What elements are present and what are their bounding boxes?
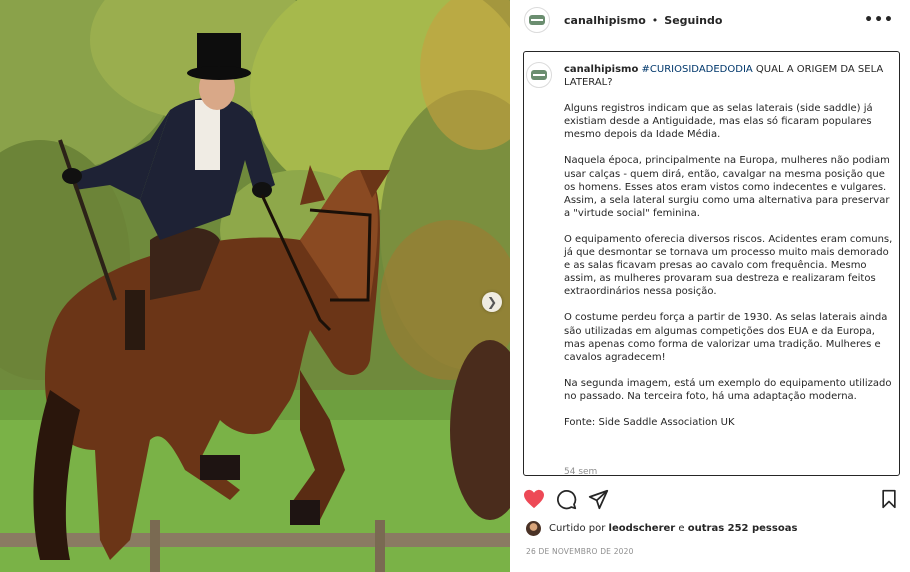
likes-count-link[interactable]: outras 252 pessoas [688, 523, 798, 534]
following-button[interactable]: Seguindo [664, 14, 722, 27]
action-bar [510, 485, 910, 515]
post-date[interactable]: 26 DE NOVEMBRO DE 2020 [526, 547, 634, 556]
post-username[interactable]: canalhipismo [564, 14, 646, 27]
hashtag-link[interactable]: #CURIOSIDADEDODIA [642, 64, 753, 75]
share-icon[interactable] [588, 489, 609, 510]
more-options-icon[interactable]: ••• [864, 12, 894, 28]
caption-paragraph: Fonte: Side Saddle Association UK [564, 416, 735, 428]
caption-scroll-area[interactable]: canalhipismo #CURIOSIDADEDODIA QUAL A OR… [523, 51, 900, 476]
caption-text: canalhipismo #CURIOSIDADEDODIA QUAL A OR… [564, 63, 896, 429]
logo-icon [531, 70, 547, 80]
caption-paragraph: O equipamento oferecia diversos riscos. … [564, 233, 893, 298]
post-photo[interactable]: ❯ [0, 0, 510, 572]
comment-icon[interactable] [556, 489, 577, 510]
likes-middle: e [678, 523, 685, 534]
liker-username[interactable]: leodscherer [609, 523, 676, 534]
logo-icon [529, 15, 545, 25]
post-header: canalhipismo • Seguindo ••• [510, 0, 910, 40]
chevron-right-icon[interactable]: ❯ [482, 292, 502, 312]
caption-timestamp[interactable]: 54 sem [564, 467, 597, 475]
bookmark-icon[interactable] [880, 489, 898, 509]
caption-paragraph: O costume perdeu força a partir de 1930.… [564, 312, 888, 363]
caption-heading: canalhipismo #CURIOSIDADEDODIA QUAL A OR… [564, 63, 896, 89]
avatar[interactable] [524, 7, 550, 33]
caption-paragraph: Alguns registros indicam que as selas la… [564, 103, 873, 141]
post-details-panel: canalhipismo • Seguindo ••• canalhipismo… [510, 0, 910, 572]
caption-paragraph: Na segunda imagem, está um exemplo do eq… [564, 377, 892, 402]
avatar[interactable] [526, 521, 541, 536]
caption-username[interactable]: canalhipismo [564, 64, 638, 75]
likes-prefix: Curtido por [549, 523, 606, 534]
heart-icon[interactable] [523, 489, 545, 509]
separator-dot: • [651, 13, 659, 27]
likes-summary: Curtido por leodscherer e outras 252 pes… [526, 521, 797, 536]
caption-avatar[interactable] [526, 62, 552, 88]
rider-horse-photo [0, 0, 510, 572]
caption-paragraph: Naquela época, principalmente na Europa,… [564, 155, 890, 219]
